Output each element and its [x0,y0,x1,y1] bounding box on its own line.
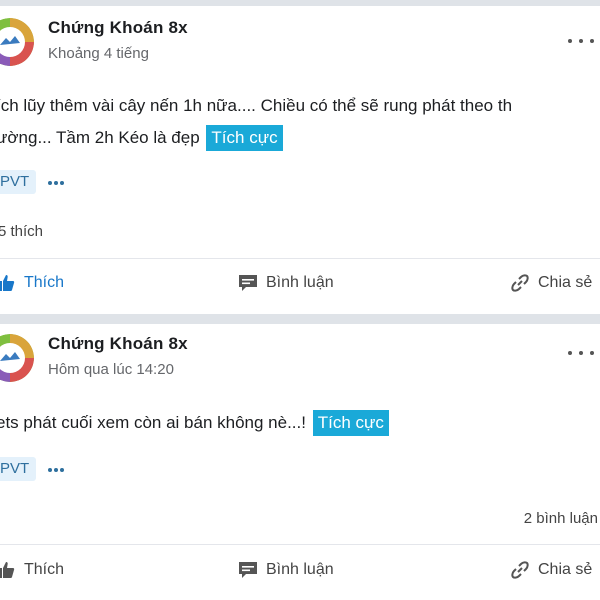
share-button[interactable]: Chia sẻ [510,273,592,293]
post-content: ets phát cuối xem còn ai bán không nè...… [0,407,600,439]
link-share-icon [510,273,530,293]
like-label: Thích [24,561,65,578]
post-timestamp[interactable]: Hôm qua lúc 14:20 [48,361,174,378]
ticker-tag[interactable]: PVT [0,170,37,194]
more-options-icon[interactable] [568,346,594,360]
thumbs-up-icon [0,273,16,293]
more-options-icon[interactable] [568,34,594,48]
post-content: ích lũy thêm vài cây nến 1h nữa.... Chiề… [0,90,600,154]
post-content-text: ường... Tầm 2h Kéo là đẹp [0,128,200,147]
thumbs-up-icon [0,560,16,580]
comment-button[interactable]: Bình luận [238,273,334,293]
post-card: Chứng Khoán 8x Hôm qua lúc 14:20 ets phá… [0,324,600,600]
comment-label: Bình luận [266,561,334,578]
divider [0,544,600,545]
post-content-text: ets phát cuối xem còn ai bán không nè...… [0,413,306,432]
author-name[interactable]: Chứng Khoán 8x [48,334,188,354]
divider [0,258,600,259]
share-button[interactable]: Chia sẻ [510,560,592,580]
post-content-line: ường... Tầm 2h Kéo là đẹp Tích cực [0,122,600,154]
comment-label: Bình luận [266,274,334,291]
author-name[interactable]: Chứng Khoán 8x [48,18,188,38]
share-label: Chia sẻ [538,274,593,291]
post-timestamp[interactable]: Khoảng 4 tiếng [48,45,149,62]
link-share-icon [510,560,530,580]
post-content-line: ets phát cuối xem còn ai bán không nè...… [0,407,600,439]
sentiment-tag[interactable]: Tích cực [312,410,389,436]
like-count[interactable]: 5 thích [0,223,43,240]
comment-icon [238,560,258,580]
ticker-tag[interactable]: PVT [0,457,37,481]
sentiment-tag[interactable]: Tích cực [206,125,283,151]
ticker-more-icon[interactable] [48,467,64,473]
like-label: Thích [24,274,65,291]
author-avatar[interactable] [0,334,34,382]
comment-icon [238,273,258,293]
comment-count[interactable]: 2 bình luận [524,510,598,527]
comment-button[interactable]: Bình luận [238,560,334,580]
author-avatar[interactable] [0,18,34,66]
like-button[interactable]: Thích [0,273,64,293]
post-card: Chứng Khoán 8x Khoảng 4 tiếng ích lũy th… [0,6,600,314]
like-button[interactable]: Thích [0,560,64,580]
post-content-line: ích lũy thêm vài cây nến 1h nữa.... Chiề… [0,96,513,115]
share-label: Chia sẻ [538,561,593,578]
ticker-more-icon[interactable] [48,180,64,186]
